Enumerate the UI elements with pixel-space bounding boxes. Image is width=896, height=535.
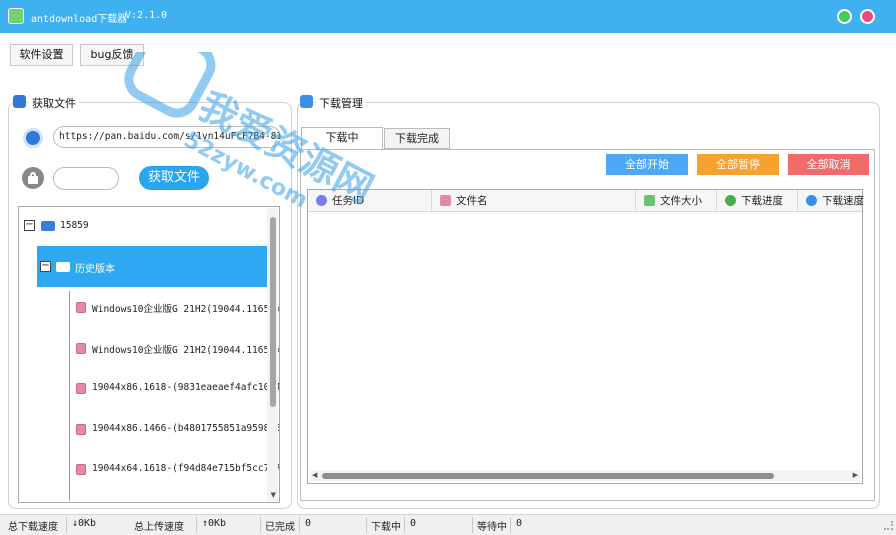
file-icon (76, 302, 86, 313)
tree-file-label: Windows10企业版G 21H2(19044.1165)x (92, 345, 280, 356)
task-icon (316, 195, 327, 206)
column-label: 下载速度 (822, 195, 864, 207)
collapse-toggle-icon[interactable]: − (24, 220, 35, 231)
start-all-button[interactable]: 全部开始 (606, 154, 688, 175)
column-file-name[interactable]: 文件名 (432, 190, 636, 212)
waiting-count: 0 (516, 518, 523, 529)
status-divider (472, 517, 473, 533)
tree-file[interactable]: 19044x86.1466-(b4801755851a9598166 (19, 420, 279, 438)
tree-file[interactable]: 19044x86.1618-(9831eaeaef4afc1004c (19, 379, 279, 397)
fetch-panel-title: 获取文件 (29, 95, 79, 111)
search-icon (13, 95, 26, 108)
table-scrollbar-thumb[interactable] (322, 473, 774, 479)
extract-code-input[interactable] (53, 167, 119, 190)
file-icon (76, 383, 86, 394)
downloading-label: 下载中 (371, 522, 401, 533)
link-icon (23, 128, 43, 148)
tree-file[interactable]: 19044x64.1618-(f94d84e715bf5cc707d (19, 460, 279, 478)
column-task-id[interactable]: 任务ID (308, 190, 432, 212)
download-table[interactable]: 任务ID 文件名 文件大小 下载进度 下载速度 ◀ ▶ (307, 189, 864, 484)
pause-all-button[interactable]: 全部暂停 (697, 154, 779, 175)
app-logo-icon (8, 8, 24, 24)
status-divider (366, 517, 367, 533)
column-progress[interactable]: 下载进度 (717, 190, 798, 212)
size-icon (644, 195, 655, 206)
folder-icon (56, 262, 70, 272)
share-url-input[interactable]: https://pan.baidu.com/s/1vn14uFcF7B4-8If… (53, 126, 281, 148)
column-label: 下载进度 (741, 195, 783, 207)
column-label: 文件大小 (660, 195, 702, 207)
cancel-all-button[interactable]: 全部取消 (788, 154, 869, 175)
file-icon (440, 195, 451, 206)
column-file-size[interactable]: 文件大小 (636, 190, 717, 212)
collapse-toggle-icon[interactable]: − (40, 261, 51, 272)
status-divider (404, 517, 405, 533)
tree-node-label: 15859 (60, 220, 89, 231)
scroll-down-arrow-icon[interactable]: ▼ (271, 491, 276, 499)
column-speed[interactable]: 下载速度 (798, 190, 864, 212)
speed-icon (806, 195, 817, 206)
completed-label: 已完成 (265, 522, 295, 533)
downloading-count: 0 (410, 518, 417, 529)
resize-grip-icon[interactable] (884, 521, 893, 530)
tree-scrollbar-thumb[interactable] (270, 217, 276, 407)
column-label: 文件名 (456, 195, 488, 207)
lock-icon (22, 167, 44, 189)
status-divider (510, 517, 511, 533)
status-divider (66, 517, 67, 533)
completed-count: 0 (305, 518, 312, 529)
download-speed-value: ↓0Kb (72, 518, 97, 529)
download-speed-label: 总下载速度 (8, 522, 58, 533)
tab-downloading[interactable]: 下载中 (301, 127, 383, 150)
file-tree[interactable]: − 15859 − 历史版本 Windows10企业版G 21H2(19044.… (18, 206, 280, 503)
upload-speed-label: 总上传速度 (134, 522, 184, 533)
tree-file-label: Windows10企业版G 21H2(19044.1165)x (92, 304, 280, 315)
app-version: V:2.1.0 (125, 10, 168, 21)
fetch-files-button[interactable]: 获取文件 (139, 166, 209, 190)
tree-file-label: 19044x86.1466-(b4801755851a9598166 (92, 423, 280, 434)
status-divider (196, 517, 197, 533)
tree-file-label: 19044x86.1618-(9831eaeaef4afc1004c (92, 382, 280, 393)
tree-node-selected[interactable]: − 历史版本 (37, 246, 267, 287)
app-title: antdownload下载器 (31, 14, 128, 25)
file-icon (76, 343, 86, 354)
tree-node-label: 历史版本 (75, 264, 115, 275)
tree-file-label: 19044x64.1618-(f94d84e715bf5cc707d (92, 463, 280, 474)
waiting-label: 等待中 (477, 522, 507, 533)
scroll-left-arrow-icon[interactable]: ◀ (312, 471, 317, 479)
status-bar: 总下载速度 ↓0Kb 总上传速度 ↑0Kb 已完成 0 下载中 0 等待中 0 (0, 514, 896, 535)
file-icon (76, 424, 86, 435)
upload-speed-value: ↑0Kb (202, 518, 227, 529)
scroll-right-arrow-icon[interactable]: ▶ (853, 471, 858, 479)
tree-node[interactable]: − 15859 (19, 217, 269, 235)
tab-completed[interactable]: 下载完成 (384, 128, 450, 149)
table-horizontal-scrollbar[interactable]: ◀ ▶ (310, 470, 860, 481)
close-button[interactable] (860, 9, 875, 24)
status-divider (260, 517, 261, 533)
file-icon (76, 464, 86, 475)
settings-button[interactable]: 软件设置 (10, 44, 73, 66)
title-bar[interactable]: antdownload下载器 V:2.1.0 (0, 0, 896, 33)
folder-icon (41, 221, 55, 231)
status-divider (299, 517, 300, 533)
tree-file[interactable]: Windows10企业版G 21H2(19044.1165)x (19, 339, 279, 357)
bug-feedback-button[interactable]: bug反馈 (80, 44, 144, 66)
minimize-button[interactable] (837, 9, 852, 24)
download-manager-icon (300, 95, 313, 108)
check-icon (725, 195, 736, 206)
column-label: 任务ID (332, 195, 365, 207)
download-panel-title: 下载管理 (316, 95, 366, 111)
tree-file[interactable]: Windows10企业版G 21H2(19044.1165)x (19, 298, 279, 316)
tree-connector (69, 291, 70, 501)
